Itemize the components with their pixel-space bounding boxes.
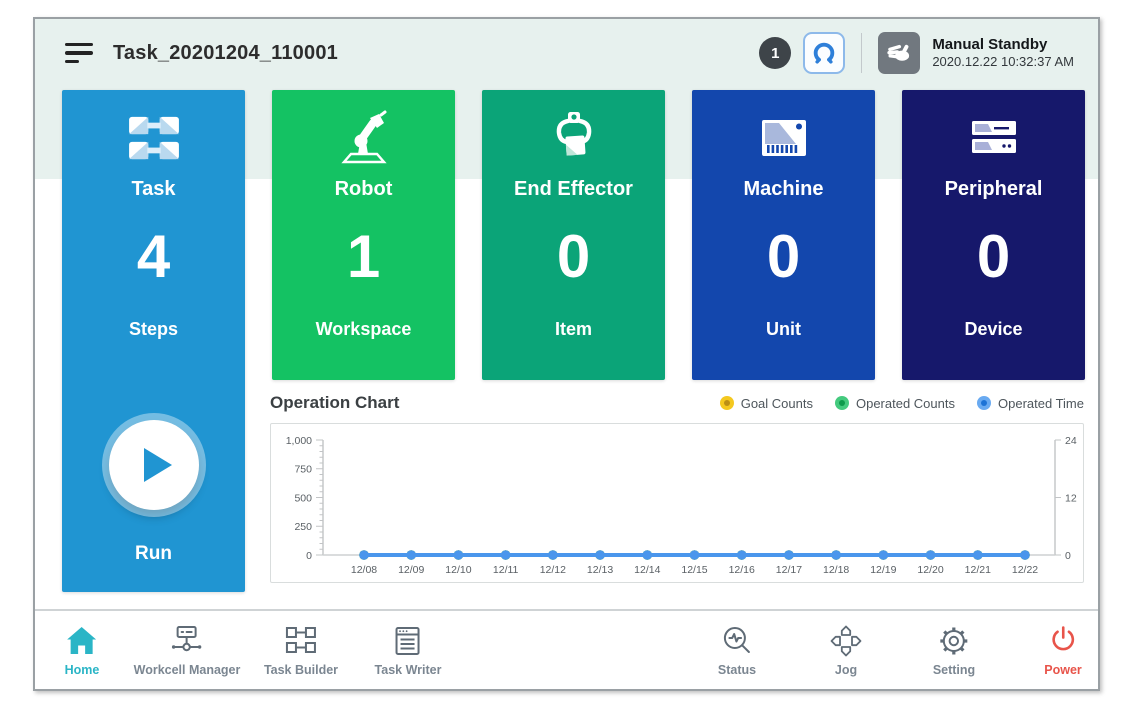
svg-text:12/16: 12/16 bbox=[729, 564, 755, 576]
card-unit: Device bbox=[964, 319, 1022, 340]
notification-badge[interactable]: 1 bbox=[759, 37, 791, 69]
jog-icon bbox=[829, 623, 863, 659]
task-builder-icon bbox=[284, 623, 318, 659]
nav-setting[interactable]: Setting bbox=[933, 623, 975, 677]
end-effector-icon bbox=[550, 106, 598, 170]
card-machine[interactable]: Machine 0 Unit bbox=[692, 90, 875, 380]
card-unit: Steps bbox=[129, 319, 178, 340]
card-value: 0 bbox=[977, 227, 1010, 287]
svg-text:12/22: 12/22 bbox=[1012, 564, 1038, 576]
end-effector-status-button[interactable] bbox=[803, 32, 845, 74]
hand-icon bbox=[885, 39, 913, 67]
svg-text:12/21: 12/21 bbox=[965, 564, 991, 576]
play-icon bbox=[144, 448, 172, 482]
manual-mode-button[interactable] bbox=[878, 32, 920, 74]
menu-icon[interactable] bbox=[63, 39, 95, 67]
operation-chart: 0 250 500 750 1,000 0 12 24 12/08 12/09 12/10 12/11… bbox=[270, 423, 1084, 583]
gripper-icon bbox=[809, 38, 839, 68]
legend-dot-icon bbox=[720, 396, 734, 410]
bottom-nav: Home Workcell Manager Task Builder bbox=[35, 609, 1098, 691]
card-title: Task bbox=[131, 178, 175, 201]
main-window: Task_20201204_110001 1 bbox=[33, 17, 1100, 691]
svg-text:12/14: 12/14 bbox=[634, 564, 660, 576]
card-robot[interactable]: Robot 1 Workspace bbox=[272, 90, 455, 380]
svg-text:12/11: 12/11 bbox=[493, 564, 519, 576]
card-end-effector[interactable]: End Effector 0 Item bbox=[482, 90, 665, 380]
status-icon bbox=[720, 623, 754, 659]
legend-dot-icon bbox=[977, 396, 991, 410]
card-unit: Item bbox=[555, 319, 592, 340]
card-title: Robot bbox=[335, 178, 393, 201]
card-title: End Effector bbox=[514, 178, 633, 201]
legend-dot-icon bbox=[835, 396, 849, 410]
svg-text:500: 500 bbox=[294, 492, 312, 504]
card-value: 0 bbox=[767, 227, 800, 287]
card-value: 4 bbox=[137, 227, 170, 287]
status-timestamp: 2020.12.22 10:32:37 AM bbox=[932, 54, 1074, 70]
legend-label: Operated Time bbox=[998, 396, 1084, 411]
svg-text:12/18: 12/18 bbox=[823, 564, 849, 576]
run-label: Run bbox=[135, 543, 172, 565]
nav-power[interactable]: Power bbox=[1044, 623, 1082, 677]
card-peripheral[interactable]: Peripheral 0 Device bbox=[902, 90, 1085, 380]
robot-icon bbox=[337, 106, 391, 170]
card-title: Machine bbox=[743, 178, 823, 201]
legend-item: Operated Time bbox=[977, 396, 1084, 411]
svg-text:12/17: 12/17 bbox=[776, 564, 802, 576]
peripheral-icon bbox=[968, 106, 1020, 170]
svg-text:12/10: 12/10 bbox=[445, 564, 471, 576]
run-circle[interactable] bbox=[109, 420, 199, 510]
header: Task_20201204_110001 1 bbox=[35, 19, 1098, 87]
svg-text:1,000: 1,000 bbox=[286, 435, 312, 447]
nav-task-builder[interactable]: Task Builder bbox=[264, 623, 338, 677]
nav-jog[interactable]: Jog bbox=[829, 623, 863, 677]
machine-icon bbox=[759, 106, 809, 170]
card-unit: Workspace bbox=[316, 319, 412, 340]
svg-text:12/20: 12/20 bbox=[917, 564, 943, 576]
setting-icon bbox=[937, 623, 971, 659]
svg-text:12: 12 bbox=[1065, 492, 1077, 504]
legend-label: Operated Counts bbox=[856, 396, 955, 411]
legend-label: Goal Counts bbox=[741, 396, 813, 411]
task-icon bbox=[127, 106, 181, 170]
card-value: 0 bbox=[557, 227, 590, 287]
svg-text:0: 0 bbox=[1065, 550, 1071, 562]
svg-text:12/09: 12/09 bbox=[398, 564, 424, 576]
page-title: Task_20201204_110001 bbox=[113, 42, 338, 65]
chart-title: Operation Chart bbox=[270, 393, 399, 413]
nav-task-writer[interactable]: Task Writer bbox=[375, 623, 442, 677]
task-writer-icon bbox=[391, 623, 425, 659]
header-divider bbox=[861, 33, 862, 73]
svg-text:12/13: 12/13 bbox=[587, 564, 613, 576]
svg-text:250: 250 bbox=[294, 521, 312, 533]
nav-home[interactable]: Home bbox=[65, 623, 100, 677]
card-unit: Unit bbox=[766, 319, 801, 340]
workcell-manager-icon bbox=[170, 623, 204, 659]
card-title: Peripheral bbox=[945, 178, 1043, 201]
nav-status[interactable]: Status bbox=[718, 623, 756, 677]
card-value: 1 bbox=[347, 227, 380, 287]
home-icon bbox=[65, 623, 99, 659]
chart-canvas: 0 250 500 750 1,000 0 12 24 12/08 12/09 12/10 12/11… bbox=[271, 424, 1083, 582]
nav-workcell-manager[interactable]: Workcell Manager bbox=[134, 623, 241, 677]
svg-text:12/08: 12/08 bbox=[351, 564, 377, 576]
power-icon bbox=[1046, 623, 1080, 659]
chart-legend: Goal Counts Operated Counts Operated Time bbox=[720, 396, 1084, 411]
svg-text:12/12: 12/12 bbox=[540, 564, 566, 576]
run-button[interactable]: Run bbox=[62, 420, 245, 565]
robot-mode-label: Manual Standby bbox=[932, 36, 1074, 55]
svg-text:12/19: 12/19 bbox=[870, 564, 896, 576]
svg-text:0: 0 bbox=[306, 550, 312, 562]
legend-item: Goal Counts bbox=[720, 396, 813, 411]
svg-text:750: 750 bbox=[294, 464, 312, 476]
legend-item: Operated Counts bbox=[835, 396, 955, 411]
svg-text:12/15: 12/15 bbox=[681, 564, 707, 576]
card-task[interactable]: Task 4 Steps Run bbox=[62, 90, 245, 592]
svg-text:24: 24 bbox=[1065, 435, 1077, 447]
